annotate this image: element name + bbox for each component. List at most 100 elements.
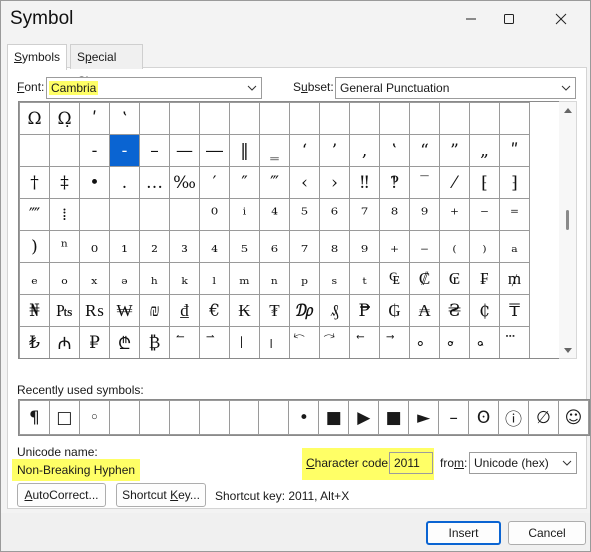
- symbol-cell[interactable]: ₖ: [169, 262, 200, 295]
- symbol-cell[interactable]: ₔ: [109, 262, 140, 295]
- symbol-cell[interactable]: ⁹: [409, 198, 440, 231]
- symbol-cell[interactable]: ₅: [229, 230, 260, 263]
- symbol-cell[interactable]: ₪: [139, 294, 170, 327]
- symbol-cell[interactable]: ⁞: [49, 198, 80, 231]
- recent-symbol-cell[interactable]: ◦: [78, 400, 110, 435]
- symbol-cell[interactable]: ⁄: [439, 166, 470, 199]
- recent-symbol-cell[interactable]: •: [288, 400, 320, 435]
- symbol-cell[interactable]: [139, 198, 170, 231]
- symbol-cell[interactable]: ‹: [289, 166, 320, 199]
- symbol-cell[interactable]: ―: [199, 134, 230, 167]
- symbol-cell[interactable]: ′: [199, 166, 230, 199]
- symbol-cell[interactable]: [409, 102, 440, 135]
- symbol-cell[interactable]: [499, 102, 530, 135]
- symbol-cell[interactable]: [229, 102, 260, 135]
- symbol-cell[interactable]: ₋: [409, 230, 440, 263]
- symbol-cell[interactable]: ₣: [469, 262, 500, 295]
- symbol-cell[interactable]: ₱: [349, 294, 380, 327]
- symbol-cell[interactable]: ‡: [49, 166, 80, 199]
- symbol-cell[interactable]: ₢: [439, 262, 470, 295]
- symbol-cell[interactable]: “: [409, 134, 440, 167]
- symbol-cell[interactable]: ‘: [289, 134, 320, 167]
- symbol-cell[interactable]: ₂: [139, 230, 170, 263]
- symbol-cell[interactable]: ⃔: [289, 326, 320, 358]
- scroll-up-icon[interactable]: [559, 102, 576, 118]
- symbol-cell[interactable]: ₀: [79, 230, 110, 263]
- symbol-cell[interactable]: ⁼: [499, 198, 530, 231]
- symbol-cell[interactable]: ⃘: [409, 326, 440, 358]
- recent-symbol-cell[interactable]: ∅: [527, 400, 559, 435]
- recent-symbol-cell[interactable]: ■: [378, 400, 410, 435]
- maximize-button[interactable]: [486, 4, 532, 34]
- symbol-cell[interactable]: ₦: [19, 294, 50, 327]
- close-button[interactable]: [538, 4, 584, 34]
- symbol-cell[interactable]: ₠: [379, 262, 410, 295]
- symbol-cell[interactable]: ⁸: [379, 198, 410, 231]
- symbol-cell[interactable]: ₊: [379, 230, 410, 263]
- symbol-cell[interactable]: •: [79, 166, 110, 199]
- symbol-cell[interactable]: €: [199, 294, 230, 327]
- recent-symbol-cell[interactable]: [108, 400, 140, 435]
- scroll-down-icon[interactable]: [559, 342, 576, 358]
- symbol-cell[interactable]: [139, 102, 170, 135]
- symbol-cell[interactable]: ₁: [109, 230, 140, 263]
- symbol-cell[interactable]: ₇: [289, 230, 320, 263]
- symbol-cell[interactable]: ₎: [469, 230, 500, 263]
- symbol-cell[interactable]: [469, 102, 500, 135]
- symbol-cell[interactable]: ₨: [79, 294, 110, 327]
- symbol-cell[interactable]: –: [139, 134, 170, 167]
- symbol-cell[interactable]: ‚: [349, 134, 380, 167]
- symbol-cell[interactable]: ₉: [349, 230, 380, 263]
- symbol-cell[interactable]: ₄: [199, 230, 230, 263]
- tab-symbols[interactable]: Symbols: [7, 44, 68, 70]
- symbol-cell[interactable]: ₴: [439, 294, 470, 327]
- symbol-cell[interactable]: ⁰: [199, 198, 230, 231]
- symbol-cell[interactable]: ⃑: [199, 326, 230, 358]
- recent-symbol-cell[interactable]: [228, 400, 260, 435]
- recent-symbol-cell[interactable]: [258, 400, 290, 435]
- symbol-cell[interactable]: ›: [319, 166, 350, 199]
- symbol-cell[interactable]: ʹ: [79, 102, 110, 135]
- recent-symbol-cell[interactable]: ¶: [19, 400, 50, 435]
- recent-symbol-cell[interactable]: □: [48, 400, 80, 435]
- autocorrect-button[interactable]: AutoCorrect...: [17, 483, 106, 507]
- symbol-cell[interactable]: ₒ: [49, 262, 80, 295]
- symbol-cell[interactable]: [199, 102, 230, 135]
- symbol-cell[interactable]: [439, 102, 470, 135]
- symbol-cell[interactable]: ₾: [109, 326, 140, 358]
- recent-symbol-cell[interactable]: ☺: [557, 400, 590, 435]
- symbol-cell[interactable]: [49, 134, 80, 167]
- symbol-cell[interactable]: ‴: [259, 166, 290, 199]
- symbol-cell[interactable]: ⃓: [259, 326, 290, 358]
- recent-symbol-cell[interactable]: ►: [408, 400, 440, 435]
- symbol-cell[interactable]: ₩: [109, 294, 140, 327]
- symbol-cell[interactable]: ʺ: [499, 134, 530, 167]
- symbol-cell[interactable]: [379, 102, 410, 135]
- symbol-cell[interactable]: ₿: [139, 326, 170, 358]
- symbol-cell[interactable]: ‼: [349, 166, 380, 199]
- symbol-cell[interactable]: ⃒: [229, 326, 260, 358]
- recent-symbol-cell[interactable]: [138, 400, 170, 435]
- symbol-cell[interactable]: ₛ: [319, 262, 350, 295]
- symbol-cell[interactable]: ₵: [469, 294, 500, 327]
- symbol-cell[interactable]: [169, 102, 200, 135]
- symbol-cell[interactable]: ₧: [49, 294, 80, 327]
- symbol-cell[interactable]: ”: [439, 134, 470, 167]
- symbol-cell[interactable]: ‑: [109, 134, 140, 167]
- symbol-cell[interactable]: ⃙: [439, 326, 470, 358]
- symbol-cell[interactable]: ⃚: [469, 326, 500, 358]
- symbol-cell[interactable]: …: [139, 166, 170, 199]
- font-select[interactable]: Cambria: [46, 77, 262, 99]
- symbol-cell[interactable]: [109, 198, 140, 231]
- symbol-cell[interactable]: ₺: [19, 326, 50, 358]
- symbol-cell[interactable]: ₆: [259, 230, 290, 263]
- recent-symbol-cell[interactable]: [168, 400, 200, 435]
- symbol-cell[interactable]: ₭: [229, 294, 260, 327]
- symbol-cell[interactable]: ⁆: [499, 166, 530, 199]
- symbol-cell[interactable]: ⁵: [289, 198, 320, 231]
- subset-select[interactable]: General Punctuation: [335, 77, 576, 99]
- symbol-cell[interactable]: ₡: [409, 262, 440, 295]
- symbol-cell[interactable]: †: [19, 166, 50, 199]
- symbol-cell[interactable]: ⁴: [259, 198, 290, 231]
- symbol-cell[interactable]: ₕ: [139, 262, 170, 295]
